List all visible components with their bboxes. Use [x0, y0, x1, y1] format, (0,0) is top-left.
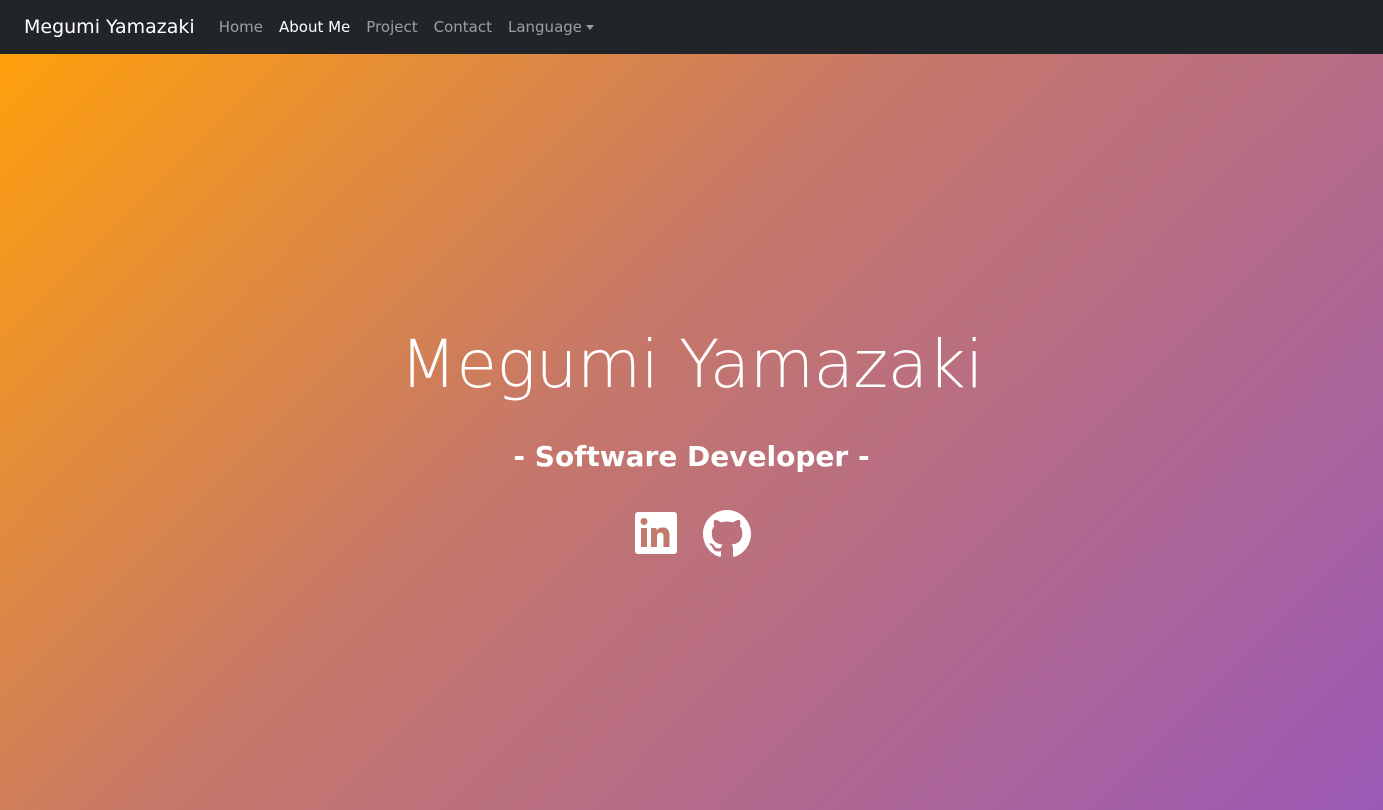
navbar-brand[interactable]: Megumi Yamazaki	[24, 16, 195, 38]
linkedin-link[interactable]	[633, 510, 681, 558]
nav-link-about-me[interactable]: About Me	[271, 18, 358, 36]
language-dropdown[interactable]: Language	[500, 18, 602, 36]
nav-link-home[interactable]: Home	[211, 18, 271, 36]
top-navbar: Megumi Yamazaki Home About Me Project Co…	[0, 0, 1383, 54]
nav-link-contact[interactable]: Contact	[426, 18, 500, 36]
caret-down-icon	[586, 25, 595, 30]
hero-section: Megumi Yamazaki - Software Developer -	[0, 54, 1383, 810]
hero-subtitle: - Software Developer -	[513, 440, 870, 473]
linkedin-icon	[634, 512, 677, 554]
nav-links: Home About Me Project Contact Language	[211, 18, 602, 36]
github-icon	[702, 510, 751, 557]
hero-name: Megumi Yamazaki	[399, 326, 984, 403]
language-dropdown-label: Language	[507, 18, 583, 36]
social-links	[0, 510, 1383, 558]
nav-link-project[interactable]: Project	[358, 18, 425, 36]
github-link[interactable]	[702, 510, 751, 558]
